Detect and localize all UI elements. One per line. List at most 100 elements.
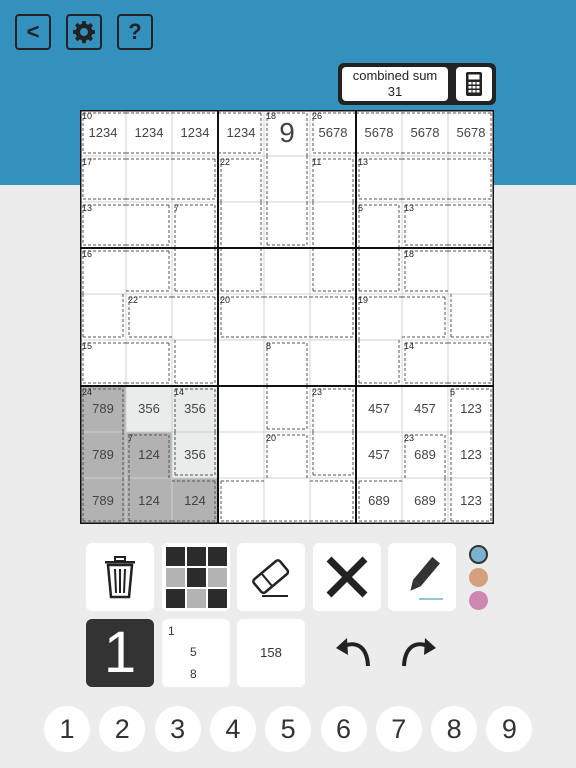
cell-candidates[interactable]: 356 (172, 386, 218, 432)
corner-mode-digit: 5 (190, 645, 197, 659)
killer-sudoku-board[interactable]: 10 18 26 17 22 11 13 13 7 6 13 16 18 22 20 19 15 8 14 24 14 2… (80, 110, 494, 524)
color-grid-square (166, 547, 185, 566)
calculator-button[interactable] (456, 67, 492, 101)
corner-mode-digit: 1 (168, 624, 175, 638)
combined-sum-box: combined sum 31 (342, 67, 448, 101)
cell-candidates[interactable]: 123 (448, 432, 494, 478)
cell-candidates[interactable]: 789 (80, 386, 126, 432)
redo-icon (402, 638, 436, 667)
number-button-3[interactable]: 3 (154, 706, 201, 752)
color-grid-icon (166, 547, 227, 608)
color-grid-square (208, 589, 227, 608)
help-label: ? (128, 19, 142, 44)
number-button-2[interactable]: 2 (99, 706, 146, 752)
number-button-8[interactable]: 8 (431, 706, 478, 752)
cage-sum-label: 13 (82, 203, 93, 213)
cell-candidates[interactable]: 789 (80, 432, 126, 478)
combined-sum-panel: combined sum 31 (338, 63, 496, 105)
cage-sum-label: 18 (404, 249, 415, 259)
color-swatch-pink[interactable] (469, 591, 488, 610)
calculator-icon (466, 72, 482, 96)
cage-sum-label: 11 (312, 157, 322, 167)
undo-button[interactable] (335, 636, 373, 675)
cell-candidates[interactable]: 5678 (448, 110, 494, 156)
cell-value[interactable]: 9 (264, 110, 310, 156)
cell-candidates[interactable]: 1234 (126, 110, 172, 156)
color-grid-button[interactable] (162, 543, 230, 611)
close-icon (326, 556, 368, 598)
cage-sum-label: 20 (266, 433, 277, 443)
color-swatch-tan[interactable] (469, 568, 488, 587)
number-button-1[interactable]: 1 (44, 706, 90, 752)
color-grid-square (187, 568, 206, 587)
delete-button[interactable] (86, 543, 154, 611)
color-swatch-blue[interactable] (469, 545, 488, 564)
combined-sum-value: 31 (387, 84, 403, 99)
combined-sum-label: combined sum (352, 68, 438, 83)
pen-button[interactable] (388, 543, 456, 611)
cage-sum-label: 14 (404, 341, 415, 351)
cell-candidates[interactable]: 356 (172, 432, 218, 478)
number-button-9[interactable]: 9 (486, 706, 533, 752)
center-mode-digits: 158 (260, 645, 282, 660)
color-grid-square (187, 547, 206, 566)
cage-sum-label: 22 (220, 157, 231, 167)
eraser-icon (252, 559, 290, 597)
color-grid-square (208, 568, 227, 587)
color-grid-square (208, 547, 227, 566)
cell-candidates[interactable]: 457 (402, 386, 448, 432)
corner-mode-digit: 8 (190, 667, 197, 681)
color-grid-square (187, 589, 206, 608)
clear-button[interactable] (313, 543, 381, 611)
eraser-button[interactable] (237, 543, 305, 611)
center-mode-button[interactable]: 158 (237, 619, 305, 687)
corner-mode-button[interactable]: 1 5 8 (162, 619, 230, 687)
cell-candidates[interactable]: 123 (448, 386, 494, 432)
cage-sum-label: 8 (266, 341, 272, 351)
back-button[interactable]: < (15, 14, 51, 50)
cell-candidates[interactable]: 123 (448, 478, 494, 524)
normal-mode-button[interactable]: 1 (86, 619, 154, 687)
cage-sum-label: 13 (358, 157, 369, 167)
redo-button[interactable] (399, 636, 437, 675)
cell-candidates[interactable]: 689 (402, 432, 448, 478)
pen-icon (410, 556, 443, 600)
cage-sum-label: 22 (128, 295, 139, 305)
cage-sum-label: 17 (82, 157, 93, 167)
cage-sum-label: 15 (82, 341, 93, 351)
cell-candidates[interactable]: 1234 (172, 110, 218, 156)
normal-mode-digit: 1 (103, 620, 137, 685)
cell-candidates[interactable]: 124 (172, 478, 218, 524)
cell-candidates[interactable]: 457 (356, 386, 402, 432)
trash-icon (105, 556, 135, 599)
settings-button[interactable] (66, 14, 102, 50)
number-button-7[interactable]: 7 (375, 706, 422, 752)
cell-candidates[interactable]: 689 (356, 478, 402, 524)
cell-candidates[interactable]: 356 (126, 386, 172, 432)
help-button[interactable]: ? (117, 14, 153, 50)
number-button-4[interactable]: 4 (209, 706, 256, 752)
number-button-5[interactable]: 5 (265, 706, 312, 752)
cage-sum-label: 23 (312, 387, 323, 397)
cage-sum-label: 19 (358, 295, 369, 305)
cell-candidates[interactable]: 124 (126, 432, 172, 478)
cell-candidates[interactable]: 1234 (218, 110, 264, 156)
cell-candidates[interactable]: 789 (80, 478, 126, 524)
cell-candidates[interactable]: 457 (356, 432, 402, 478)
cell-candidates[interactable]: 5678 (402, 110, 448, 156)
cell-candidates[interactable]: 689 (402, 478, 448, 524)
cage-sum-label: 20 (220, 295, 231, 305)
back-label: < (26, 19, 40, 44)
undo-icon (336, 638, 370, 667)
cage-sum-label: 7 (174, 203, 180, 213)
cell-candidates[interactable]: 1234 (80, 110, 126, 156)
cage-sum-label: 6 (358, 203, 364, 213)
color-grid-square (166, 568, 185, 587)
cell-candidates[interactable]: 5678 (310, 110, 356, 156)
cage-sum-label: 16 (82, 249, 93, 259)
number-button-6[interactable]: 6 (320, 706, 367, 752)
gear-icon (73, 21, 95, 44)
cell-candidates[interactable]: 5678 (356, 110, 402, 156)
cage-sum-label: 13 (404, 203, 415, 213)
cell-candidates[interactable]: 124 (126, 478, 172, 524)
